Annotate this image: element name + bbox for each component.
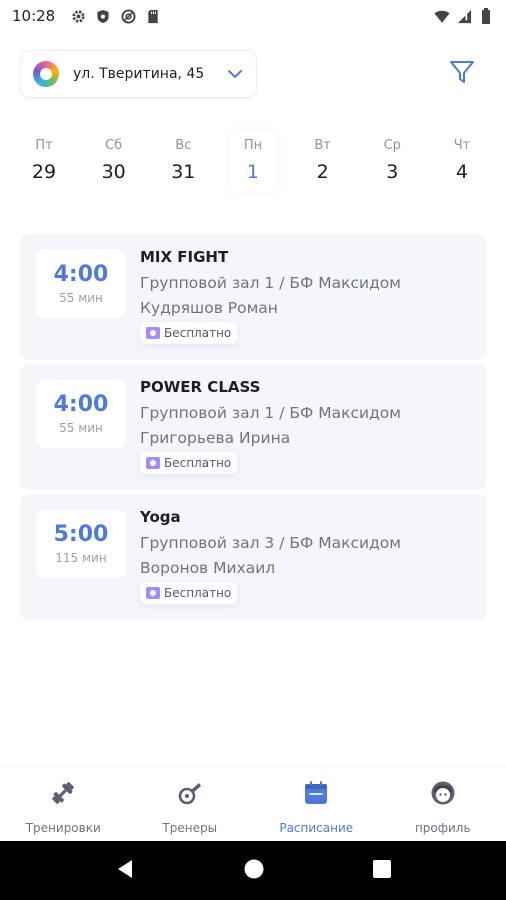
chevron-down-icon xyxy=(226,65,244,83)
day-name: Вс xyxy=(175,138,192,153)
day-item[interactable]: Сб 30 xyxy=(90,132,138,192)
day-item[interactable]: Вс 31 xyxy=(159,132,207,192)
status-bar: 10:28 xyxy=(0,0,506,32)
signal-icon xyxy=(456,8,472,24)
nav-label: профиль xyxy=(414,821,471,835)
day-number: 2 xyxy=(316,161,329,183)
sd-card-icon xyxy=(145,8,161,24)
nav-item-schedule[interactable]: Расписание xyxy=(253,767,380,841)
session-time: 4:00 xyxy=(53,262,109,287)
day-name: Вт xyxy=(314,138,331,153)
calendar-icon xyxy=(302,779,330,807)
time-box: 5:00 115 мин xyxy=(36,510,126,578)
ticket-icon xyxy=(146,587,160,599)
time-box: 4:00 55 мин xyxy=(36,250,126,318)
day-name: Сб xyxy=(105,138,123,153)
session-hall: Групповой зал 1 / БФ Максидом xyxy=(140,404,401,422)
session-title: POWER CLASS xyxy=(140,378,261,396)
ticket-icon xyxy=(146,457,160,469)
back-icon[interactable] xyxy=(114,858,136,884)
gear-icon xyxy=(70,8,86,24)
bottom-nav: Тренировки Тренеры Расписание профиль xyxy=(0,766,506,841)
nav-item-profile[interactable]: профиль xyxy=(380,767,506,841)
session-hall: Групповой зал 3 / БФ Максидом xyxy=(140,534,401,552)
day-number: 4 xyxy=(455,161,468,183)
day-name: Пн xyxy=(243,138,263,153)
system-nav-bar xyxy=(0,841,506,900)
price-text: Бесплатно xyxy=(164,456,232,470)
nav-label: Тренеры xyxy=(162,821,218,835)
location-address: ул. Тверитина, 45 xyxy=(73,66,205,82)
day-name: Ср xyxy=(383,138,401,153)
session-list: 4:00 55 мин MIX FIGHT Групповой зал 1 / … xyxy=(20,234,487,624)
wifi-icon xyxy=(434,8,450,24)
day-number: 30 xyxy=(101,161,126,183)
filter-icon xyxy=(449,59,475,89)
session-duration: 115 мин xyxy=(55,551,107,565)
filter-button[interactable] xyxy=(446,58,478,90)
club-logo xyxy=(33,61,59,87)
session-duration: 55 мин xyxy=(59,291,103,305)
day-item[interactable]: Ср 3 xyxy=(368,132,416,192)
time-box: 4:00 55 мин xyxy=(36,380,126,448)
day-item[interactable]: Вт 2 xyxy=(299,132,347,192)
profile-icon xyxy=(429,779,457,807)
nav-item-coaches[interactable]: Тренеры xyxy=(127,767,254,841)
session-hall: Групповой зал 1 / БФ Максидом xyxy=(140,274,401,292)
day-number: 3 xyxy=(386,161,399,183)
nav-item-workouts[interactable]: Тренировки xyxy=(0,767,127,841)
whistle-icon xyxy=(176,779,204,807)
price-text: Бесплатно xyxy=(164,326,232,340)
day-item[interactable]: Пт 29 xyxy=(20,132,68,192)
vpn-icon xyxy=(120,8,136,24)
session-title: MIX FIGHT xyxy=(140,248,229,266)
day-item[interactable]: Чт 4 xyxy=(438,132,486,192)
day-selector: Пт 29 Сб 30 Вс 31 Пн 1 Вт 2 Ср 3 Чт 4 xyxy=(20,132,486,192)
day-number: 1 xyxy=(246,161,260,183)
day-name: Пт xyxy=(35,138,53,153)
ticket-icon xyxy=(146,327,160,339)
price-badge: Бесплатно xyxy=(140,452,238,474)
day-item-selected[interactable]: Пн 1 xyxy=(229,132,277,192)
session-card[interactable]: 5:00 115 мин Yoga Групповой зал 3 / БФ М… xyxy=(20,494,487,620)
session-title: Yoga xyxy=(140,508,181,526)
nav-label: Тренировки xyxy=(25,821,101,835)
session-card[interactable]: 4:00 55 мин POWER CLASS Групповой зал 1 … xyxy=(20,364,487,490)
session-time: 5:00 xyxy=(53,522,109,547)
price-badge: Бесплатно xyxy=(140,322,238,344)
day-number: 31 xyxy=(171,161,196,183)
shield-icon xyxy=(95,8,111,24)
session-time: 4:00 xyxy=(53,392,109,417)
status-time: 10:28 xyxy=(12,7,56,25)
battery-icon xyxy=(478,8,494,24)
location-selector[interactable]: ул. Тверитина, 45 xyxy=(20,50,257,98)
home-icon[interactable] xyxy=(243,858,265,884)
session-coach: Григорьева Ирина xyxy=(140,429,291,447)
session-coach: Кудряшов Роман xyxy=(140,299,278,317)
recents-icon[interactable] xyxy=(372,859,392,883)
session-card[interactable]: 4:00 55 мин MIX FIGHT Групповой зал 1 / … xyxy=(20,234,487,360)
session-duration: 55 мин xyxy=(59,421,103,435)
day-number: 29 xyxy=(31,161,57,183)
dumbbell-icon xyxy=(49,779,77,807)
session-coach: Воронов Михаил xyxy=(140,559,276,577)
nav-label: Расписание xyxy=(279,821,354,835)
price-text: Бесплатно xyxy=(164,586,232,600)
day-name: Чт xyxy=(453,138,471,153)
price-badge: Бесплатно xyxy=(140,582,238,604)
